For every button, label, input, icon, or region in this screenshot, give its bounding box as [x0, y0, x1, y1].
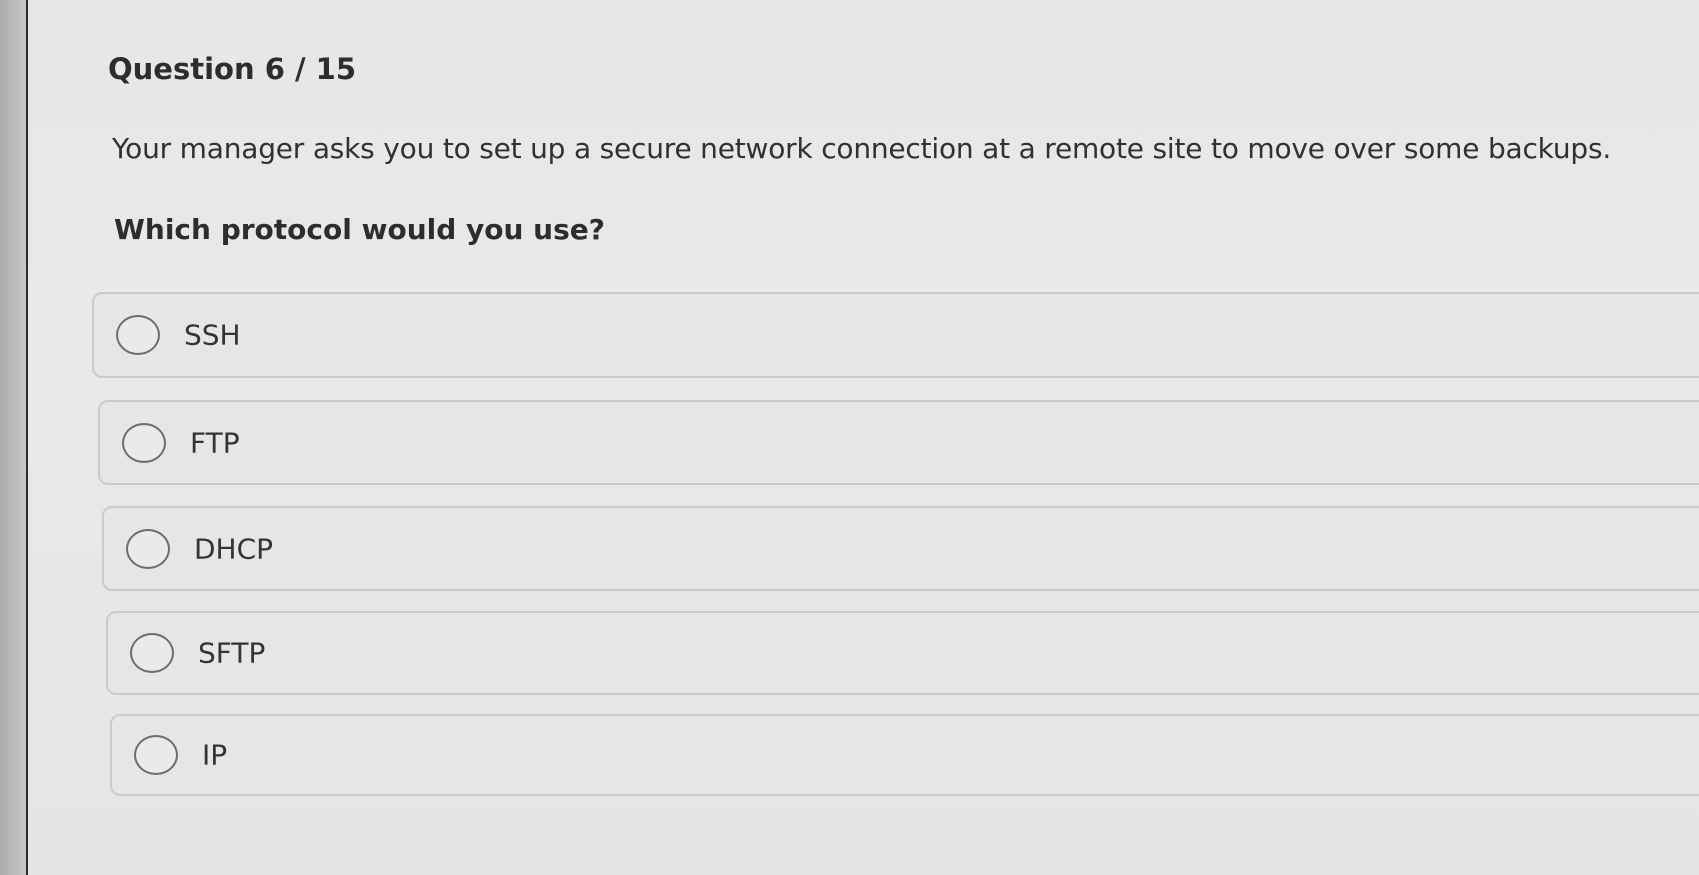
answer-option-label: DHCP [194, 532, 274, 565]
answer-option-label: SSH [184, 318, 241, 352]
radio-button[interactable] [122, 422, 166, 463]
answer-option-ftp[interactable]: FTP [98, 400, 1699, 485]
answer-option-dhcp[interactable]: DHCP [102, 506, 1699, 591]
radio-button[interactable] [130, 633, 174, 673]
answer-option-ssh[interactable]: SSH [92, 292, 1699, 378]
answer-option-label: IP [202, 738, 228, 772]
answer-option-sftp[interactable]: SFTP [106, 611, 1699, 695]
radio-button[interactable] [126, 528, 170, 569]
answer-option-label: FTP [190, 426, 240, 459]
question-prompt: Your manager asks you to set up a secure… [112, 132, 1612, 165]
radio-button[interactable] [134, 735, 178, 775]
answer-option-label: SFTP [198, 636, 266, 670]
radio-button[interactable] [116, 315, 160, 355]
answer-option-ip[interactable]: IP [110, 714, 1699, 796]
question-text: Which protocol would you use? [114, 213, 606, 246]
question-counter: Question 6 / 15 [108, 52, 357, 86]
quiz-screen: Question 6 / 15 Your manager asks you to… [26, 0, 1699, 875]
